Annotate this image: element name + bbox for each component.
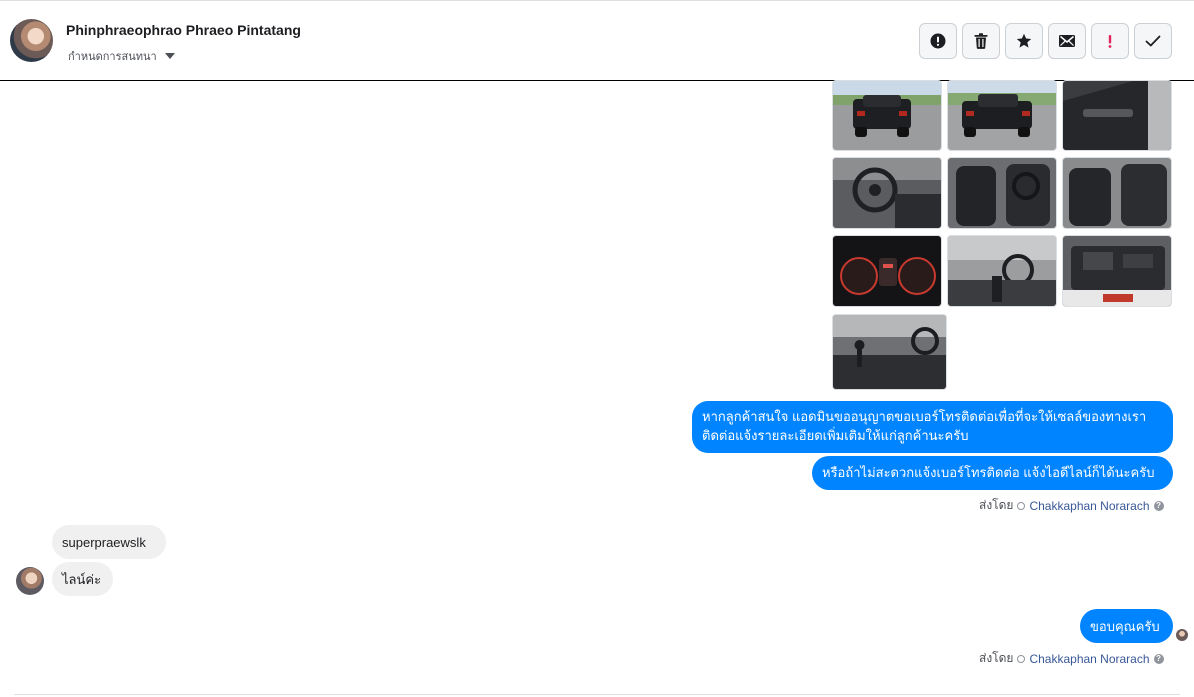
exclamation-icon <box>1108 35 1112 48</box>
photo-thumbnail[interactable] <box>832 314 947 390</box>
trash-icon <box>974 33 988 49</box>
conversation-toolbar <box>919 23 1172 59</box>
front-seats-photo <box>948 158 1056 228</box>
photo-thumbnail[interactable] <box>832 235 942 307</box>
alert-circle-icon <box>930 33 946 49</box>
sent-by-label: ส่งโดย Chakkaphan Norarach ? <box>979 649 1164 668</box>
mark-spam-button[interactable] <box>919 23 957 59</box>
assign-conversation-label: กำหนดการสนทนา <box>68 51 157 63</box>
agent-name-link[interactable]: Chakkaphan Norarach <box>1029 499 1149 513</box>
engine-bay-photo <box>1063 236 1171 306</box>
contact-avatar-small[interactable] <box>16 567 44 595</box>
pickup-truck-rear-side-photo <box>948 81 1056 150</box>
message-text: superpraewslk <box>62 535 146 550</box>
composer-divider <box>14 694 1180 695</box>
mark-done-button[interactable] <box>1134 23 1172 59</box>
photo-thumbnail[interactable] <box>947 235 1057 307</box>
follow-up-button[interactable] <box>1091 23 1129 59</box>
incoming-message: ไลน์ค่ะ <box>52 562 113 596</box>
incoming-message: superpraewslk <box>52 525 166 559</box>
outgoing-message: หากลูกค้าสนใจ แอดมินขออนุญาตขอเบอร์โทรติ… <box>692 401 1173 453</box>
seats-side-view-photo <box>1063 158 1171 228</box>
sent-by-prefix: ส่งโดย <box>979 651 1014 665</box>
caret-down-icon <box>164 53 175 59</box>
verified-check-icon <box>1017 654 1026 663</box>
gear-shift-console-photo <box>833 315 946 389</box>
photo-thumbnail[interactable] <box>947 80 1057 151</box>
message-text: ขอบคุณครับ <box>1090 619 1160 634</box>
mark-unread-button[interactable] <box>1048 23 1086 59</box>
contact-name[interactable]: Phinphraeophrao Phraeo Pintatang <box>66 22 301 38</box>
pickup-truck-rear-photo <box>833 81 941 150</box>
message-text-line: หากลูกค้าสนใจ แอดมินขออนุญาตขอเบอร์โทรติ… <box>702 409 1147 424</box>
verified-check-icon <box>1017 501 1026 510</box>
dashboard-photo <box>948 236 1056 306</box>
outgoing-message: หรือถ้าไม่สะดวกแจ้งเบอร์โทรติดต่อ แจ้งไอ… <box>812 456 1173 490</box>
delete-button[interactable] <box>962 23 1000 59</box>
outgoing-message: ขอบคุณครับ <box>1080 609 1173 643</box>
photo-thumbnail[interactable] <box>947 157 1057 229</box>
message-text-line: ติดต่อแจ้งรายละเอียดเพิ่มเติมให้แก่ลูกค้… <box>702 428 969 443</box>
instrument-cluster-photo <box>833 236 941 306</box>
star-button[interactable] <box>1005 23 1043 59</box>
help-icon[interactable]: ? <box>1153 653 1164 664</box>
photo-thumbnail[interactable] <box>1062 157 1172 229</box>
conversation-header: Phinphraeophrao Phraeo Pintatang กำหนดกา… <box>0 0 1194 81</box>
contact-avatar[interactable] <box>10 19 53 62</box>
sent-by-label: ส่งโดย Chakkaphan Norarach ? <box>979 496 1164 515</box>
envelope-icon <box>1059 35 1075 47</box>
agent-name-link[interactable]: Chakkaphan Norarach <box>1029 652 1149 666</box>
sent-by-prefix: ส่งโดย <box>979 498 1014 512</box>
door-interior-photo <box>1063 81 1171 150</box>
photo-thumbnail[interactable] <box>832 157 942 229</box>
help-icon[interactable]: ? <box>1153 500 1164 511</box>
message-text: หรือถ้าไม่สะดวกแจ้งเบอร์โทรติดต่อ แจ้งไอ… <box>822 465 1155 480</box>
photo-thumbnail[interactable] <box>832 80 942 151</box>
photo-thumbnail[interactable] <box>1062 235 1172 307</box>
seen-avatar <box>1176 629 1188 641</box>
steering-wheel-photo <box>833 158 941 228</box>
assign-conversation-dropdown[interactable]: กำหนดการสนทนา <box>68 47 175 65</box>
star-icon <box>1016 33 1032 48</box>
message-text: ไลน์ค่ะ <box>62 572 102 587</box>
checkmark-icon <box>1145 35 1161 47</box>
photo-thumbnail[interactable] <box>1062 80 1172 151</box>
